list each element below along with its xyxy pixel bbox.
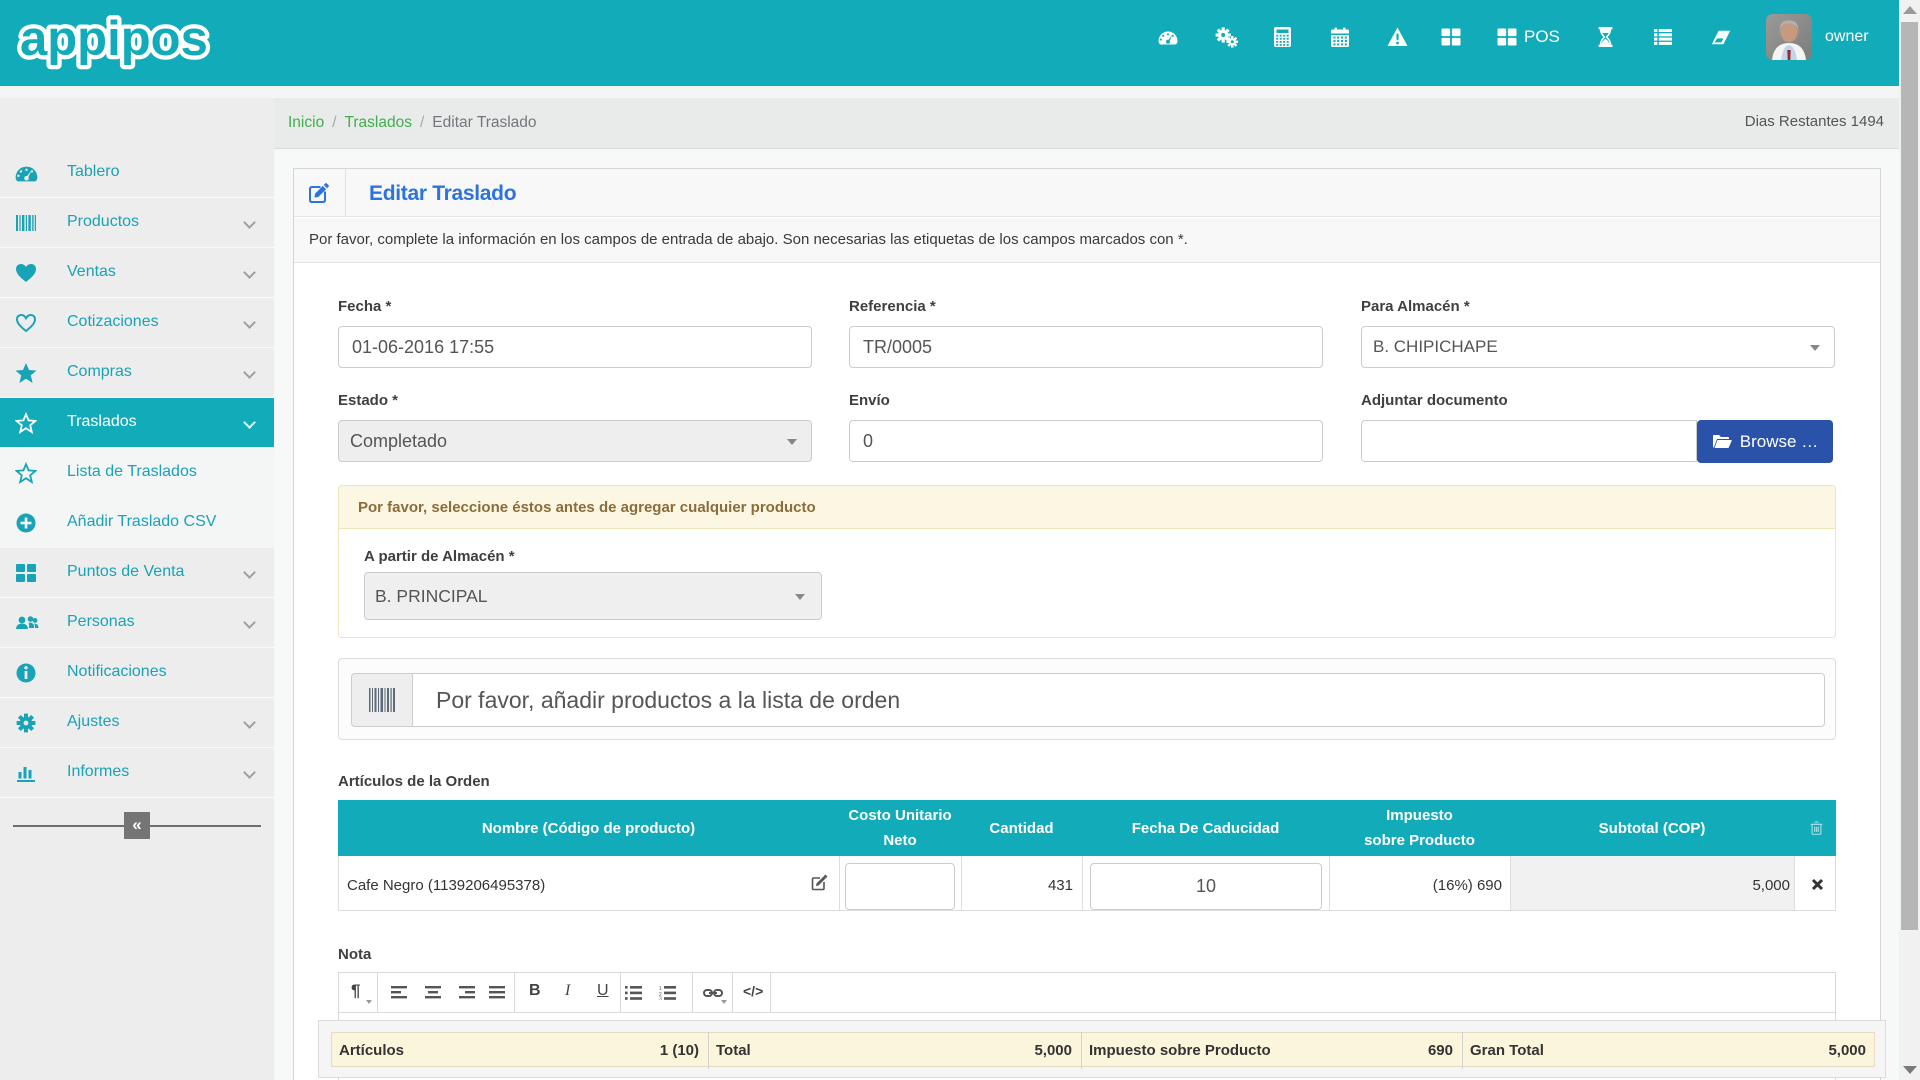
svg-text:3: 3 <box>659 997 662 1001</box>
svg-text:appipos: appipos <box>20 12 208 66</box>
